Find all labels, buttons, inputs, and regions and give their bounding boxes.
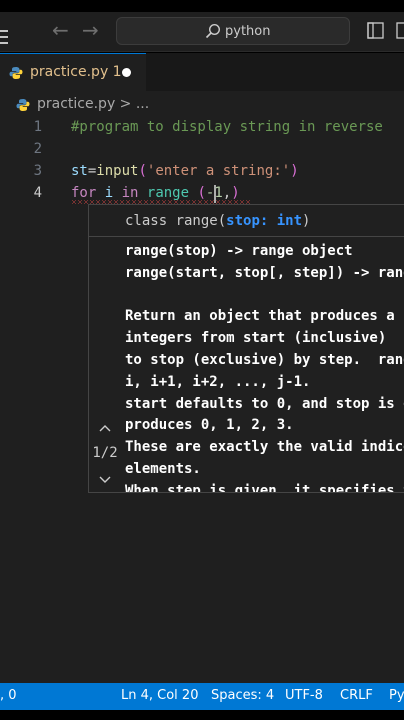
overload-pager: 1/2: [89, 425, 121, 483]
doc-text: range(stop) -> range object range(start,…: [125, 243, 404, 493]
tab-bar: practice.py 1: [0, 53, 404, 91]
sig-paren: (: [217, 213, 227, 229]
tab-label: practice.py 1: [30, 64, 122, 80]
signature-help-popup[interactable]: class range(stop: int) range(stop) -> ra…: [88, 204, 404, 493]
line-number: 4: [33, 185, 42, 201]
variable-token: st: [71, 163, 88, 179]
status-cursor-position[interactable]: Ln 4, Col 20: [121, 688, 198, 703]
status-language[interactable]: Py: [389, 688, 404, 703]
line-number: 2: [33, 141, 42, 157]
bottom-edge: [0, 710, 404, 720]
status-problems[interactable]: , 0: [0, 688, 17, 703]
top-edge: [0, 0, 404, 12]
sig-active-param: stop: int: [226, 213, 303, 229]
breadcrumb: practice.py > ...: [0, 91, 404, 117]
sig-keyword: class: [125, 213, 176, 229]
paren-token: ): [231, 185, 240, 201]
line-number: 1: [33, 119, 42, 135]
breadcrumb-path[interactable]: practice.py > ...: [37, 96, 149, 112]
tab-practice-py[interactable]: practice.py 1: [0, 53, 146, 91]
sig-paren: ): [302, 213, 311, 229]
chevron-down-icon[interactable]: [98, 475, 112, 485]
overload-count: 1/2: [92, 445, 118, 461]
status-eol[interactable]: CRLF: [340, 688, 373, 703]
back-arrow-icon[interactable]: ←: [52, 20, 69, 40]
text-cursor: [214, 185, 216, 203]
status-encoding[interactable]: UTF-8: [285, 688, 323, 703]
menu-icon[interactable]: [0, 30, 8, 48]
sig-name: range: [175, 213, 218, 229]
unsaved-dot-icon[interactable]: [122, 68, 131, 77]
code-editor[interactable]: 1 2 3 4 #program to display string in re…: [0, 117, 404, 683]
chevron-up-icon[interactable]: [98, 423, 112, 433]
paren-token: (: [138, 163, 147, 179]
variable-token: i: [96, 185, 122, 201]
search-text: python: [225, 24, 271, 39]
signature-line: class range(stop: int): [89, 205, 404, 237]
python-file-icon: [16, 99, 30, 111]
toggle-sidebar-icon[interactable]: [367, 22, 384, 39]
status-indentation[interactable]: Spaces: 4: [211, 688, 274, 703]
python-file-icon: [9, 67, 23, 79]
search-icon: [205, 23, 221, 39]
toggle-panel-icon[interactable]: [396, 22, 404, 39]
paren-token: ): [290, 163, 299, 179]
code-line-3[interactable]: st=input('enter a string:'): [71, 163, 299, 179]
title-bar: ← → python: [0, 12, 404, 52]
line-number: 3: [33, 163, 42, 179]
keyword-token: in: [121, 185, 139, 201]
code-line-1[interactable]: #program to display string in reverse: [71, 119, 383, 135]
command-center-search[interactable]: python: [116, 17, 350, 45]
paren-token: (: [197, 185, 206, 201]
comma-token: ,: [222, 185, 232, 201]
class-token: range: [146, 185, 190, 201]
function-token: input: [96, 163, 139, 179]
forward-arrow-icon[interactable]: →: [82, 20, 99, 40]
keyword-token: for: [71, 185, 97, 201]
status-bar: , 0 Ln 4, Col 20 Spaces: 4 UTF-8 CRLF Py: [0, 683, 404, 710]
string-token: 'enter a string:': [146, 163, 291, 179]
comment-token: #program to display string in reverse: [71, 119, 383, 135]
